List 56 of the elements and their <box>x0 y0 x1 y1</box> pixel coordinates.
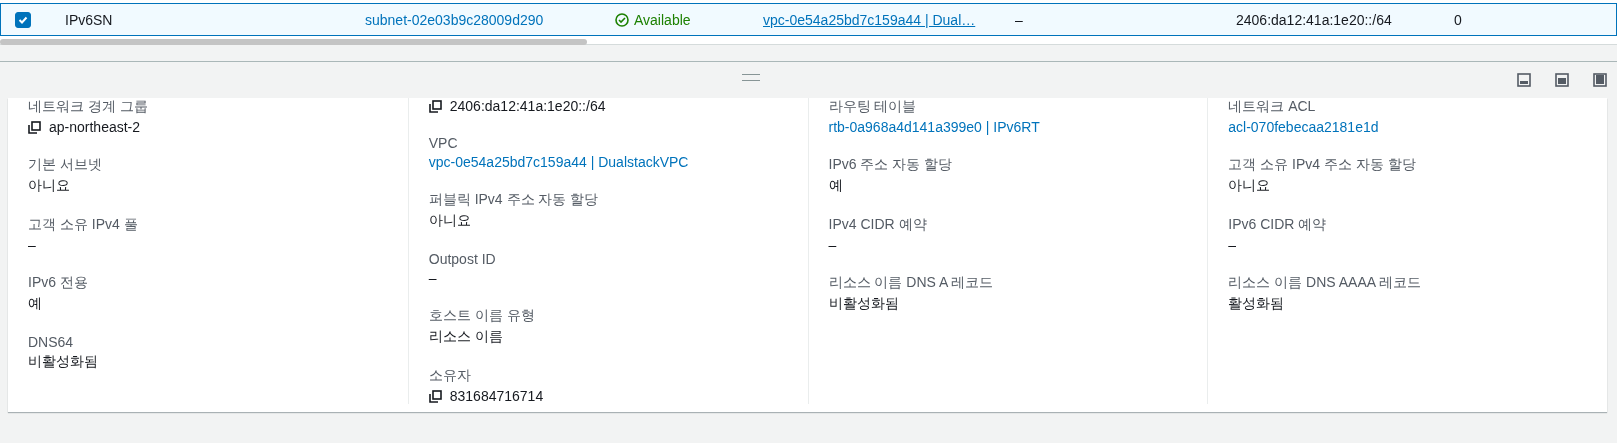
detail-value: – <box>28 237 37 253</box>
check-icon <box>18 14 28 25</box>
detail-value: 리소스 이름 <box>428 328 504 346</box>
detail-value: 비활성화됨 <box>28 353 99 371</box>
panel-layout-icon[interactable] <box>1517 73 1531 87</box>
detail-link[interactable]: vpc-0e54a25bd7c159a44 | DualstackVPC <box>428 154 788 170</box>
scrollbar-thumb[interactable] <box>0 39 587 45</box>
copy-icon[interactable] <box>28 120 41 134</box>
table-cell-text: 2406:da12:41a:1e20::/64 <box>1236 11 1393 28</box>
detail-link[interactable]: rtb-0a968a4d141a399e0 | IPv6RT <box>828 119 1188 135</box>
detail-value: – <box>1228 237 1238 253</box>
detail-label: 리소스 이름 DNS AAAA 레코드 <box>1228 274 1423 292</box>
detail-label: 고객 소유 IPv4 풀 <box>28 216 139 234</box>
table-cell-text: – <box>1015 11 1024 28</box>
table-cell-text: 0 <box>1454 11 1463 28</box>
detail-label: 소유자 <box>428 367 472 385</box>
detail-value: 예 <box>28 295 43 313</box>
detail-value: 비활성화됨 <box>828 295 900 313</box>
detail-label: 네트워크 ACL <box>1228 98 1317 116</box>
detail-label: 리소스 이름 DNS A 레코드 <box>828 274 995 292</box>
status-text: Available <box>634 11 691 28</box>
panel-layout-icon[interactable] <box>1555 73 1569 87</box>
detail-label: IPv6 CIDR 예약 <box>1228 216 1328 234</box>
row-checkbox[interactable] <box>15 11 31 28</box>
detail-value: 831684716714 <box>449 388 544 404</box>
detail-label: 기본 서브넷 <box>28 156 103 174</box>
detail-label: DNS64 <box>28 334 75 350</box>
detail-value: 예 <box>828 177 844 195</box>
copy-icon[interactable] <box>428 389 442 403</box>
table-row[interactable]: IPv6SN subnet-02e03b9c28009d290 Available vpc-0e54a25bd7c159a44 | Dual… – 2406:da12:41a:1e20::/64 0 <box>0 3 1617 36</box>
detail-label: 호스트 이름 유형 <box>428 307 536 325</box>
table-cell-text: IPv6SN <box>65 11 114 28</box>
detail-value: 아니요 <box>428 212 472 230</box>
detail-label: IPv6 전용 <box>28 274 89 292</box>
copy-icon[interactable] <box>428 99 442 113</box>
detail-link[interactable]: acl-070febecaa2181e1d <box>1228 119 1587 135</box>
detail-value: 아니요 <box>1228 177 1272 195</box>
detail-value: 활성화됨 <box>1228 295 1286 313</box>
detail-label: 라우팅 테이블 <box>828 98 918 116</box>
detail-label: Outpost ID <box>428 251 497 267</box>
table-link[interactable]: vpc-0e54a25bd7c159a44 | Dual… <box>763 11 1015 28</box>
detail-label: 네트워크 경계 그룹 <box>28 98 149 116</box>
detail-label: VPC <box>428 135 459 151</box>
detail-value: – <box>428 270 438 286</box>
detail-value: ap-northeast-2 <box>49 119 141 135</box>
detail-label: IPv4 CIDR 예약 <box>828 216 928 234</box>
detail-value: – <box>828 237 838 253</box>
detail-label: 고객 소유 IPv4 주소 자동 할당 <box>1228 156 1417 174</box>
detail-value: 아니요 <box>28 177 71 195</box>
table-link[interactable]: subnet-02e03b9c28009d290 <box>365 11 615 28</box>
panel-layout-icon[interactable] <box>1593 73 1607 87</box>
detail-value: 2406:da12:41a:1e20::/64 <box>449 98 606 114</box>
drag-handle[interactable] <box>742 74 760 81</box>
check-circle-icon <box>615 12 629 27</box>
detail-label: IPv6 주소 자동 할당 <box>828 156 954 174</box>
detail-label: 퍼블릭 IPv4 주소 자동 할당 <box>428 191 600 209</box>
